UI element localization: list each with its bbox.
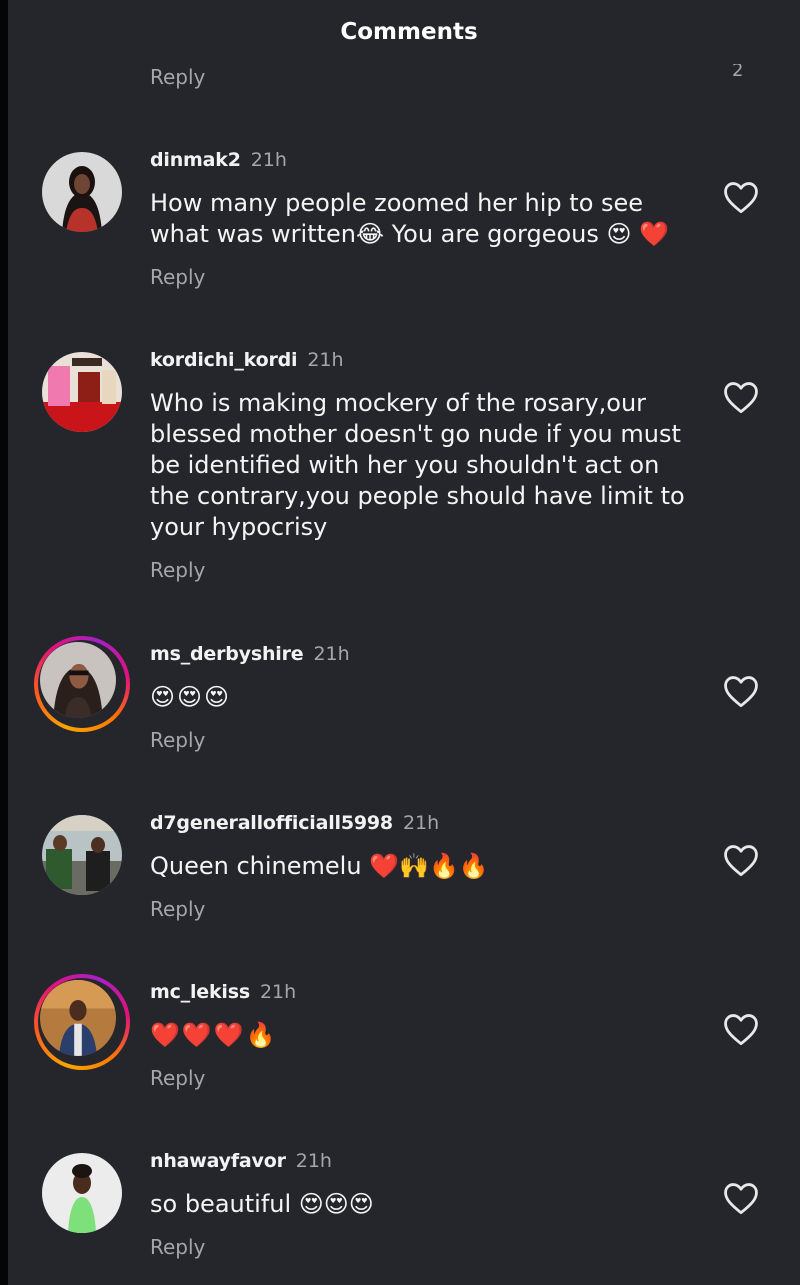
- comment-meta: ms_derbyshire 21h: [150, 642, 350, 666]
- avatar-photo: [40, 642, 116, 718]
- username[interactable]: nhawayfavor: [150, 1150, 286, 1172]
- comment-text: Queen chinemelu ❤️🙌🔥🔥: [150, 852, 489, 880]
- comment-meta: kordichi_kordi 21h: [150, 348, 344, 372]
- avatar[interactable]: [42, 352, 122, 432]
- timestamp: 21h: [259, 981, 297, 1003]
- comment-text: 😍😍😍: [150, 683, 232, 711]
- page-title: Comments: [340, 19, 478, 45]
- comments-header: Comments: [8, 0, 800, 64]
- heart-icon[interactable]: [722, 380, 760, 414]
- reply-button[interactable]: Reply: [150, 557, 205, 583]
- like-count: 2: [732, 62, 744, 76]
- reply-button[interactable]: Reply: [150, 264, 205, 290]
- comment-item: dinmak2 21h How many people zoomed her hi…: [8, 148, 800, 308]
- comments-screen: Comments Reply 2 dinmak2 21h How many peo…: [0, 0, 800, 1285]
- username[interactable]: dinmak2: [150, 149, 241, 171]
- comment-item: kordichi_kordi 21h Who is making mockery …: [8, 348, 800, 598]
- avatar[interactable]: [34, 974, 130, 1070]
- reply-button[interactable]: Reply: [150, 727, 205, 753]
- comment-item: ms_derbyshire 21h 😍😍😍 Reply: [8, 636, 800, 772]
- username[interactable]: d7generallofficiall5998: [150, 812, 393, 834]
- reply-button[interactable]: Reply: [150, 1065, 205, 1091]
- timestamp: 21h: [307, 349, 344, 371]
- avatar[interactable]: [42, 152, 122, 232]
- avatar-photo: [40, 980, 116, 1056]
- reply-button[interactable]: Reply: [150, 896, 205, 922]
- heart-icon[interactable]: [722, 1012, 760, 1046]
- comment-meta: mc_lekiss 21h: [150, 980, 296, 1004]
- heart-icon[interactable]: [722, 180, 760, 214]
- timestamp: 21h: [402, 812, 440, 834]
- username[interactable]: kordichi_kordi: [150, 349, 298, 371]
- avatar[interactable]: [42, 815, 122, 895]
- timestamp: 21h: [295, 1150, 332, 1172]
- comment-item: nhawayfavor 21h so beautiful 😍😍😍 Reply: [8, 1149, 800, 1279]
- comment-text: so beautiful 😍😍😍: [150, 1190, 374, 1218]
- left-edge: [0, 0, 8, 1285]
- timestamp: 21h: [250, 149, 287, 171]
- comment-meta: d7generallofficiall5998 21h: [150, 811, 439, 835]
- heart-icon[interactable]: [722, 674, 760, 708]
- avatar[interactable]: [34, 636, 130, 732]
- comment-text: How many people zoomed her hip to see wh…: [150, 189, 670, 248]
- comment-item: mc_lekiss 21h ❤️❤️❤️🔥 Reply: [8, 974, 800, 1110]
- comment-item: d7generallofficiall5998 21h Queen chineme…: [8, 811, 800, 941]
- username[interactable]: mc_lekiss: [150, 981, 250, 1003]
- comment-meta: nhawayfavor 21h: [150, 1149, 332, 1173]
- timestamp: 21h: [313, 643, 350, 665]
- heart-icon[interactable]: [722, 843, 760, 877]
- avatar[interactable]: [42, 1153, 122, 1233]
- comment-meta: dinmak2 21h: [150, 148, 287, 172]
- reply-button[interactable]: Reply: [150, 1234, 205, 1260]
- reply-button[interactable]: Reply: [150, 64, 205, 90]
- heart-icon[interactable]: [722, 1181, 760, 1215]
- comment-text: ❤️❤️❤️🔥: [150, 1021, 278, 1049]
- username[interactable]: ms_derbyshire: [150, 643, 304, 665]
- comment-text: Who is making mockery of the rosary,our …: [150, 389, 685, 541]
